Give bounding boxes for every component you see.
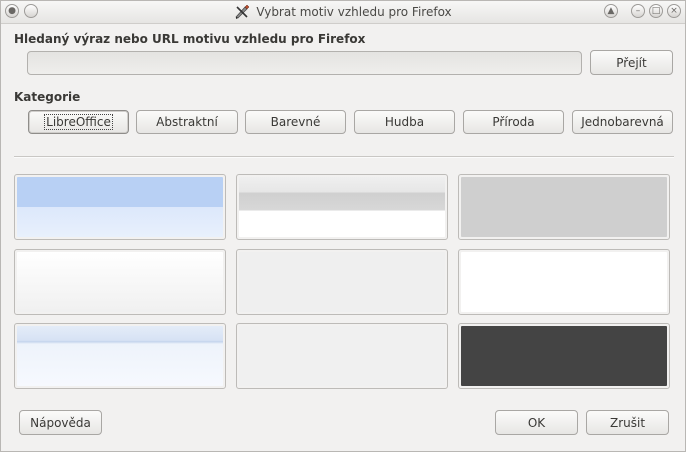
cancel-button[interactable]: Zrušit bbox=[586, 410, 669, 435]
category-label-hudba: Hudba bbox=[384, 115, 425, 129]
theme-thumbnail-pale-gray[interactable] bbox=[236, 249, 448, 315]
theme-thumbnail-white-gradient[interactable] bbox=[14, 249, 226, 315]
help-button[interactable]: Nápověda bbox=[19, 410, 102, 435]
separator bbox=[14, 156, 674, 158]
window-title: Vybrat motiv vzhledu pro Firefox bbox=[256, 5, 452, 19]
titlebar[interactable]: ● Vybrat motiv vzhledu pro Firefox ▲ – □… bbox=[1, 1, 685, 24]
dialog-window: ● Vybrat motiv vzhledu pro Firefox ▲ – □… bbox=[0, 0, 686, 452]
category-barevne-button[interactable]: Barevné bbox=[245, 110, 346, 134]
go-button[interactable]: Přejít bbox=[590, 50, 673, 75]
ok-button[interactable]: OK bbox=[495, 410, 578, 435]
theme-thumbnail-light-gray[interactable] bbox=[458, 174, 670, 240]
category-label-barevne: Barevné bbox=[270, 115, 321, 129]
paintbrush-tools-icon bbox=[235, 4, 250, 19]
maximize-icon[interactable]: □ bbox=[649, 4, 663, 18]
go-button-label: Přejít bbox=[616, 55, 647, 70]
shade-up-icon[interactable]: ▲ bbox=[604, 4, 618, 18]
category-label: Kategorie bbox=[14, 90, 81, 104]
search-input[interactable] bbox=[27, 51, 582, 75]
close-icon[interactable]: × bbox=[667, 4, 681, 18]
category-hudba-button[interactable]: Hudba bbox=[354, 110, 455, 134]
cancel-button-label: Zrušit bbox=[609, 415, 646, 430]
category-label-libreoffice: LibreOffice bbox=[44, 114, 113, 130]
theme-thumbnail-off-white[interactable] bbox=[236, 323, 448, 389]
theme-thumbnail-white[interactable] bbox=[458, 249, 670, 315]
category-label-abstraktni: Abstraktní bbox=[156, 115, 218, 129]
search-label: Hledaný výraz nebo URL motivu vzhledu pr… bbox=[14, 32, 366, 46]
theme-thumbnail-gray-white[interactable] bbox=[236, 174, 448, 240]
help-button-label: Nápověda bbox=[30, 415, 91, 430]
theme-thumbnail-dark-gray[interactable] bbox=[458, 323, 670, 389]
minimize-icon[interactable]: – bbox=[631, 4, 645, 18]
category-label-priroda: Příroda bbox=[492, 115, 535, 129]
theme-thumbnail-pale-blue[interactable] bbox=[14, 323, 226, 389]
category-jednobarevna-button[interactable]: Jednobarevná bbox=[572, 110, 673, 134]
category-libreoffice-button[interactable]: LibreOffice bbox=[28, 110, 129, 134]
ok-button-label: OK bbox=[527, 415, 546, 430]
category-priroda-button[interactable]: Příroda bbox=[463, 110, 564, 134]
category-label-jednobarevna: Jednobarevná bbox=[581, 115, 664, 129]
theme-thumbnail-light-blue[interactable] bbox=[14, 174, 226, 240]
category-abstraktni-button[interactable]: Abstraktní bbox=[136, 110, 238, 134]
